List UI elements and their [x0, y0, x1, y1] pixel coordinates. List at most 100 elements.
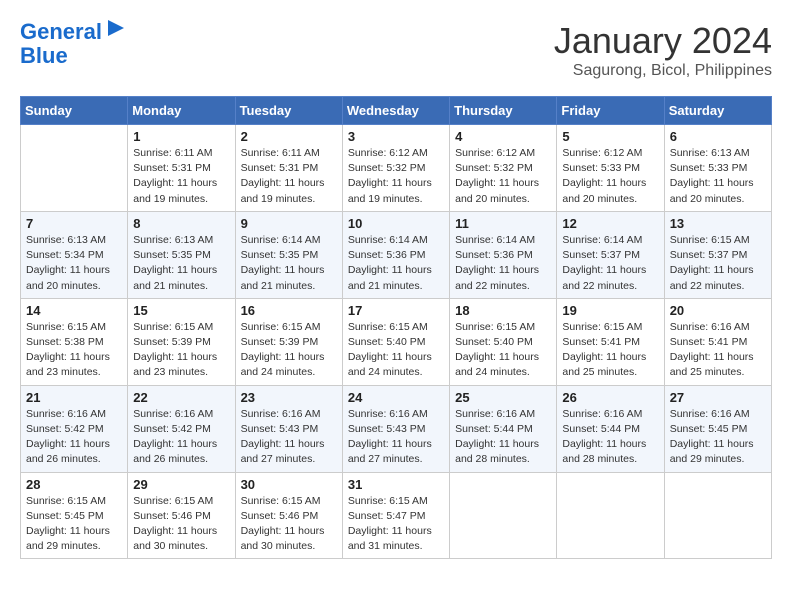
cell-info: Sunrise: 6:16 AMSunset: 5:42 PMDaylight:…	[133, 407, 229, 468]
day-number: 4	[455, 129, 551, 144]
week-row-5: 28 Sunrise: 6:15 AMSunset: 5:45 PMDaylig…	[21, 472, 772, 559]
calendar-cell: 6 Sunrise: 6:13 AMSunset: 5:33 PMDayligh…	[664, 125, 771, 212]
week-row-1: 1 Sunrise: 6:11 AMSunset: 5:31 PMDayligh…	[21, 125, 772, 212]
day-number: 19	[562, 303, 658, 318]
calendar-cell: 7 Sunrise: 6:13 AMSunset: 5:34 PMDayligh…	[21, 211, 128, 298]
day-header-saturday: Saturday	[664, 97, 771, 125]
cell-info: Sunrise: 6:11 AMSunset: 5:31 PMDaylight:…	[133, 146, 229, 207]
calendar-cell: 21 Sunrise: 6:16 AMSunset: 5:42 PMDaylig…	[21, 385, 128, 472]
day-number: 31	[348, 477, 444, 492]
cell-info: Sunrise: 6:13 AMSunset: 5:34 PMDaylight:…	[26, 233, 122, 294]
calendar-cell: 23 Sunrise: 6:16 AMSunset: 5:43 PMDaylig…	[235, 385, 342, 472]
day-number: 5	[562, 129, 658, 144]
day-number: 17	[348, 303, 444, 318]
calendar-cell	[21, 125, 128, 212]
calendar-cell: 12 Sunrise: 6:14 AMSunset: 5:37 PMDaylig…	[557, 211, 664, 298]
day-number: 11	[455, 216, 551, 231]
cell-info: Sunrise: 6:14 AMSunset: 5:36 PMDaylight:…	[455, 233, 551, 294]
day-number: 20	[670, 303, 766, 318]
calendar-header-row: SundayMondayTuesdayWednesdayThursdayFrid…	[21, 97, 772, 125]
day-number: 25	[455, 390, 551, 405]
calendar-cell: 19 Sunrise: 6:15 AMSunset: 5:41 PMDaylig…	[557, 298, 664, 385]
cell-info: Sunrise: 6:16 AMSunset: 5:44 PMDaylight:…	[562, 407, 658, 468]
calendar-cell: 16 Sunrise: 6:15 AMSunset: 5:39 PMDaylig…	[235, 298, 342, 385]
day-number: 9	[241, 216, 337, 231]
day-number: 13	[670, 216, 766, 231]
day-number: 15	[133, 303, 229, 318]
cell-info: Sunrise: 6:16 AMSunset: 5:43 PMDaylight:…	[241, 407, 337, 468]
cell-info: Sunrise: 6:16 AMSunset: 5:43 PMDaylight:…	[348, 407, 444, 468]
day-number: 18	[455, 303, 551, 318]
day-number: 30	[241, 477, 337, 492]
calendar-cell	[557, 472, 664, 559]
logo: General Blue	[20, 20, 128, 68]
calendar-cell: 14 Sunrise: 6:15 AMSunset: 5:38 PMDaylig…	[21, 298, 128, 385]
cell-info: Sunrise: 6:14 AMSunset: 5:36 PMDaylight:…	[348, 233, 444, 294]
calendar-cell: 20 Sunrise: 6:16 AMSunset: 5:41 PMDaylig…	[664, 298, 771, 385]
page-header: General Blue January 2024 Sagurong, Bico…	[20, 20, 772, 80]
cell-info: Sunrise: 6:14 AMSunset: 5:37 PMDaylight:…	[562, 233, 658, 294]
day-header-sunday: Sunday	[21, 97, 128, 125]
logo-icon	[104, 18, 128, 42]
day-number: 16	[241, 303, 337, 318]
calendar-cell: 26 Sunrise: 6:16 AMSunset: 5:44 PMDaylig…	[557, 385, 664, 472]
calendar-cell: 27 Sunrise: 6:16 AMSunset: 5:45 PMDaylig…	[664, 385, 771, 472]
cell-info: Sunrise: 6:15 AMSunset: 5:46 PMDaylight:…	[133, 494, 229, 555]
day-number: 1	[133, 129, 229, 144]
calendar-cell: 3 Sunrise: 6:12 AMSunset: 5:32 PMDayligh…	[342, 125, 449, 212]
title-section: January 2024 Sagurong, Bicol, Philippine…	[554, 20, 772, 80]
calendar-cell	[664, 472, 771, 559]
cell-info: Sunrise: 6:15 AMSunset: 5:39 PMDaylight:…	[133, 320, 229, 381]
day-header-wednesday: Wednesday	[342, 97, 449, 125]
cell-info: Sunrise: 6:15 AMSunset: 5:37 PMDaylight:…	[670, 233, 766, 294]
week-row-3: 14 Sunrise: 6:15 AMSunset: 5:38 PMDaylig…	[21, 298, 772, 385]
calendar-cell: 11 Sunrise: 6:14 AMSunset: 5:36 PMDaylig…	[450, 211, 557, 298]
calendar-cell: 10 Sunrise: 6:14 AMSunset: 5:36 PMDaylig…	[342, 211, 449, 298]
day-number: 12	[562, 216, 658, 231]
cell-info: Sunrise: 6:15 AMSunset: 5:47 PMDaylight:…	[348, 494, 444, 555]
day-number: 21	[26, 390, 122, 405]
calendar-cell: 17 Sunrise: 6:15 AMSunset: 5:40 PMDaylig…	[342, 298, 449, 385]
day-number: 29	[133, 477, 229, 492]
month-title: January 2024	[554, 20, 772, 62]
cell-info: Sunrise: 6:15 AMSunset: 5:38 PMDaylight:…	[26, 320, 122, 381]
day-number: 10	[348, 216, 444, 231]
day-header-tuesday: Tuesday	[235, 97, 342, 125]
calendar-cell: 22 Sunrise: 6:16 AMSunset: 5:42 PMDaylig…	[128, 385, 235, 472]
cell-info: Sunrise: 6:16 AMSunset: 5:45 PMDaylight:…	[670, 407, 766, 468]
calendar-cell: 31 Sunrise: 6:15 AMSunset: 5:47 PMDaylig…	[342, 472, 449, 559]
day-header-monday: Monday	[128, 97, 235, 125]
cell-info: Sunrise: 6:15 AMSunset: 5:45 PMDaylight:…	[26, 494, 122, 555]
day-number: 23	[241, 390, 337, 405]
calendar-cell: 15 Sunrise: 6:15 AMSunset: 5:39 PMDaylig…	[128, 298, 235, 385]
calendar-cell: 29 Sunrise: 6:15 AMSunset: 5:46 PMDaylig…	[128, 472, 235, 559]
cell-info: Sunrise: 6:15 AMSunset: 5:40 PMDaylight:…	[455, 320, 551, 381]
calendar-cell: 8 Sunrise: 6:13 AMSunset: 5:35 PMDayligh…	[128, 211, 235, 298]
calendar-cell: 30 Sunrise: 6:15 AMSunset: 5:46 PMDaylig…	[235, 472, 342, 559]
cell-info: Sunrise: 6:11 AMSunset: 5:31 PMDaylight:…	[241, 146, 337, 207]
calendar-cell: 1 Sunrise: 6:11 AMSunset: 5:31 PMDayligh…	[128, 125, 235, 212]
cell-info: Sunrise: 6:15 AMSunset: 5:41 PMDaylight:…	[562, 320, 658, 381]
cell-info: Sunrise: 6:12 AMSunset: 5:32 PMDaylight:…	[455, 146, 551, 207]
cell-info: Sunrise: 6:16 AMSunset: 5:42 PMDaylight:…	[26, 407, 122, 468]
day-number: 14	[26, 303, 122, 318]
week-row-2: 7 Sunrise: 6:13 AMSunset: 5:34 PMDayligh…	[21, 211, 772, 298]
day-header-thursday: Thursday	[450, 97, 557, 125]
cell-info: Sunrise: 6:12 AMSunset: 5:33 PMDaylight:…	[562, 146, 658, 207]
calendar-cell: 13 Sunrise: 6:15 AMSunset: 5:37 PMDaylig…	[664, 211, 771, 298]
day-number: 2	[241, 129, 337, 144]
day-number: 3	[348, 129, 444, 144]
cell-info: Sunrise: 6:12 AMSunset: 5:32 PMDaylight:…	[348, 146, 444, 207]
calendar-cell: 5 Sunrise: 6:12 AMSunset: 5:33 PMDayligh…	[557, 125, 664, 212]
cell-info: Sunrise: 6:16 AMSunset: 5:44 PMDaylight:…	[455, 407, 551, 468]
calendar-cell: 9 Sunrise: 6:14 AMSunset: 5:35 PMDayligh…	[235, 211, 342, 298]
logo-text: General	[20, 20, 102, 44]
day-number: 26	[562, 390, 658, 405]
cell-info: Sunrise: 6:13 AMSunset: 5:35 PMDaylight:…	[133, 233, 229, 294]
logo-text2: Blue	[20, 44, 68, 68]
calendar-cell: 2 Sunrise: 6:11 AMSunset: 5:31 PMDayligh…	[235, 125, 342, 212]
calendar-cell: 18 Sunrise: 6:15 AMSunset: 5:40 PMDaylig…	[450, 298, 557, 385]
cell-info: Sunrise: 6:15 AMSunset: 5:39 PMDaylight:…	[241, 320, 337, 381]
day-header-friday: Friday	[557, 97, 664, 125]
day-number: 28	[26, 477, 122, 492]
